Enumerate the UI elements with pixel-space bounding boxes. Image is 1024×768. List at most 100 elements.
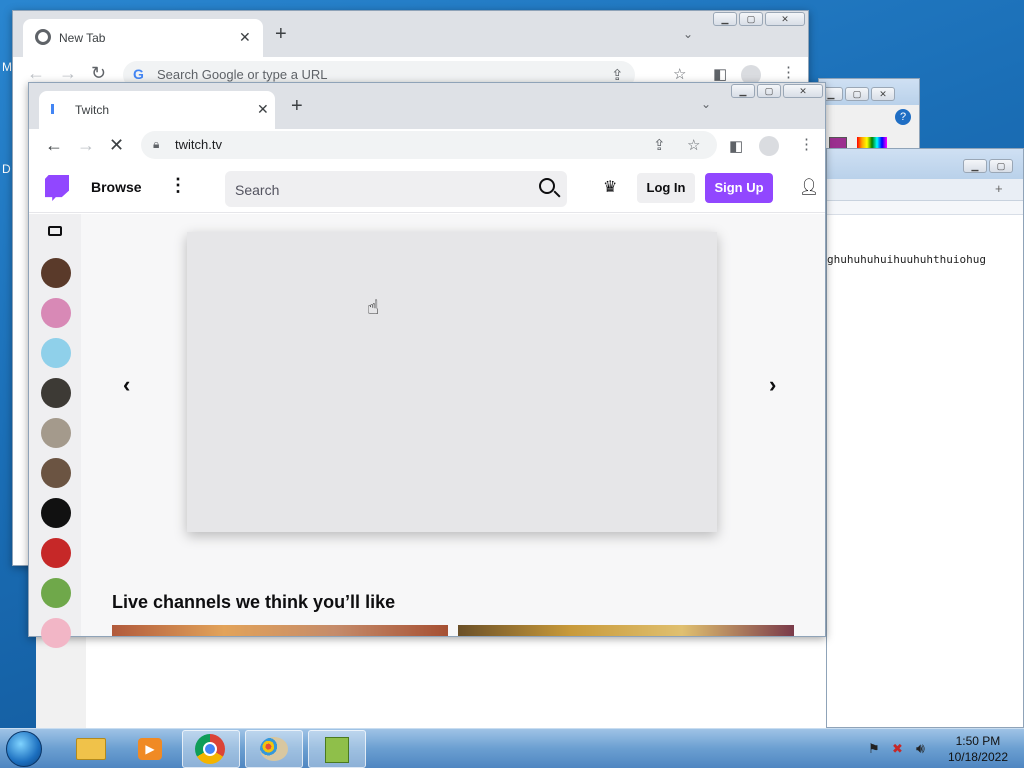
tab-search-icon[interactable]: ⌄ [683,27,693,41]
channel-avatar[interactable] [41,418,71,448]
close-tab-icon[interactable]: ✕ [257,101,269,118]
browse-link[interactable]: Browse [91,179,142,195]
desktop-icon-label[interactable]: D [2,162,11,176]
channel-avatar[interactable] [41,498,71,528]
maximize-button[interactable]: ▢ [757,84,781,98]
omnibox-placeholder: Search Google or type a URL [157,67,328,82]
omnibox[interactable]: 🔒︎ twitch.tv ⇪ ☆ [141,131,717,159]
help-icon[interactable]: ? [895,109,911,125]
start-button[interactable] [6,731,42,767]
featured-stream-player[interactable] [187,232,717,532]
prime-crown-icon[interactable]: ♛ [603,177,617,197]
recommended-channels-icon[interactable] [48,226,62,236]
window-controls: ▁ ▢ [963,159,1013,173]
bookmark-star-icon[interactable]: ☆ [687,136,700,154]
text-editor-window: ▁ ▢ + ghuhuhuhuihuuhuhthuiohug [826,148,1024,728]
folder-icon [76,738,106,760]
paint-taskbar-button[interactable] [245,730,303,768]
tab-twitch[interactable]: Twitch ✕ [39,91,275,129]
channel-avatar[interactable] [41,618,71,648]
side-panel-icon[interactable]: ◧ [713,65,727,83]
desktop-icon-label[interactable]: M [2,60,12,74]
share-icon[interactable]: ⇪ [653,136,666,154]
menu-icon[interactable]: ⋮ [799,135,814,153]
editor-text-line[interactable]: ghuhuhuhuihuuhuhthuiohug [827,253,986,266]
tabstrip: Twitch ✕ + ⌄ ▁ ▢ ✕ [29,83,825,129]
menu-icon[interactable]: ⋮ [781,63,796,81]
channel-avatar[interactable] [41,458,71,488]
more-menu-icon[interactable]: ⋮ [169,175,187,196]
new-tab-button[interactable]: + [291,95,303,118]
stream-thumbnail[interactable] [458,625,794,636]
maximize-button[interactable]: ▢ [989,159,1013,173]
twitch-logo-icon[interactable] [45,175,69,201]
back-icon[interactable]: ← [45,135,63,156]
channel-avatar[interactable] [41,538,71,568]
browser-window-twitch: Twitch ✕ + ⌄ ▁ ▢ ✕ ← → ✕ 🔒︎ twitch.tv ⇪ … [28,82,826,648]
search-placeholder: Search [235,182,280,198]
profile-icon[interactable] [759,136,779,156]
new-tab-icon[interactable]: + [995,181,1003,196]
window-controls: ▁ ▢ ✕ [713,12,805,26]
media-player-taskbar-button[interactable]: ▶ [122,730,180,768]
stream-thumbnail[interactable] [112,625,448,636]
system-clock[interactable]: 1:50 PM 10/18/2022 [948,733,1008,765]
background-window-strip [36,636,86,728]
lock-icon[interactable]: 🔒︎ [153,137,159,152]
close-button[interactable]: ✕ [765,12,805,26]
paint-icon [260,737,288,761]
reload-icon[interactable]: ↻ [91,63,106,84]
explorer-taskbar-button[interactable] [62,730,120,768]
carousel-next-icon[interactable]: › [769,372,776,398]
bookmark-star-icon[interactable]: ☆ [673,65,686,83]
login-button[interactable]: Log In [637,173,695,203]
search-button[interactable] [531,171,567,207]
minimize-button[interactable]: ▁ [963,159,987,173]
browser-toolbar: ← → ✕ 🔒︎ twitch.tv ⇪ ☆ ◧ ⋮ [29,129,825,163]
maximize-button[interactable]: ▢ [845,87,869,101]
minimize-button[interactable]: ▁ [731,84,755,98]
forward-icon[interactable]: → [77,135,95,156]
back-icon[interactable]: ← [27,63,45,84]
chrome-icon-center [203,742,217,756]
loading-icon [51,104,54,114]
channel-avatar[interactable] [41,298,71,328]
twitch-main: ‹ › Live channels we think you’ll like [81,214,825,636]
channel-avatar[interactable] [41,338,71,368]
google-icon: G [133,66,144,82]
close-tab-icon[interactable]: ✕ [239,29,251,46]
chrome-taskbar-button[interactable] [182,730,240,768]
user-icon[interactable]: 👤︎ [799,177,819,197]
maximize-button[interactable]: ▢ [739,12,763,26]
new-tab-button[interactable]: + [275,23,287,46]
minimize-button[interactable]: ▁ [713,12,737,26]
channel-avatar[interactable] [41,258,71,288]
channel-avatar[interactable] [41,378,71,408]
volume-icon[interactable]: 🔊︎ [916,740,925,757]
channel-avatar[interactable] [41,578,71,608]
clock-time: 1:50 PM [955,734,1001,748]
notepad-taskbar-button[interactable] [308,730,366,768]
window-controls: ▁ ▢ ✕ [819,87,895,101]
twitch-sidebar [29,214,81,648]
signup-button[interactable]: Sign Up [705,173,773,203]
network-error-icon[interactable]: ✖ [892,741,903,757]
close-button[interactable]: ✕ [783,84,823,98]
media-player-icon: ▶ [138,738,162,760]
tab-title: Twitch [75,103,110,117]
tab-new-tab[interactable]: New Tab ✕ [23,19,263,57]
stop-loading-icon[interactable]: ✕ [109,135,124,156]
carousel-prev-icon[interactable]: ‹ [123,372,130,398]
forward-icon[interactable]: → [59,63,77,84]
editor-tabbar: + [827,179,1023,201]
chrome-icon [35,29,51,45]
close-button[interactable]: ✕ [871,87,895,101]
tab-search-icon[interactable]: ⌄ [701,97,711,111]
background-window-body [86,636,826,728]
action-center-icon[interactable]: ⚑ [868,741,880,757]
side-panel-icon[interactable]: ◧ [729,137,743,155]
tab-title: New Tab [59,31,106,45]
search-input[interactable]: Search [225,171,531,207]
hand-cursor-icon: ☝︎ [367,297,380,319]
taskbar: ▶ ⚑ ✖ 🔊︎ 1:50 PM 10/18/2022 [0,728,1024,768]
